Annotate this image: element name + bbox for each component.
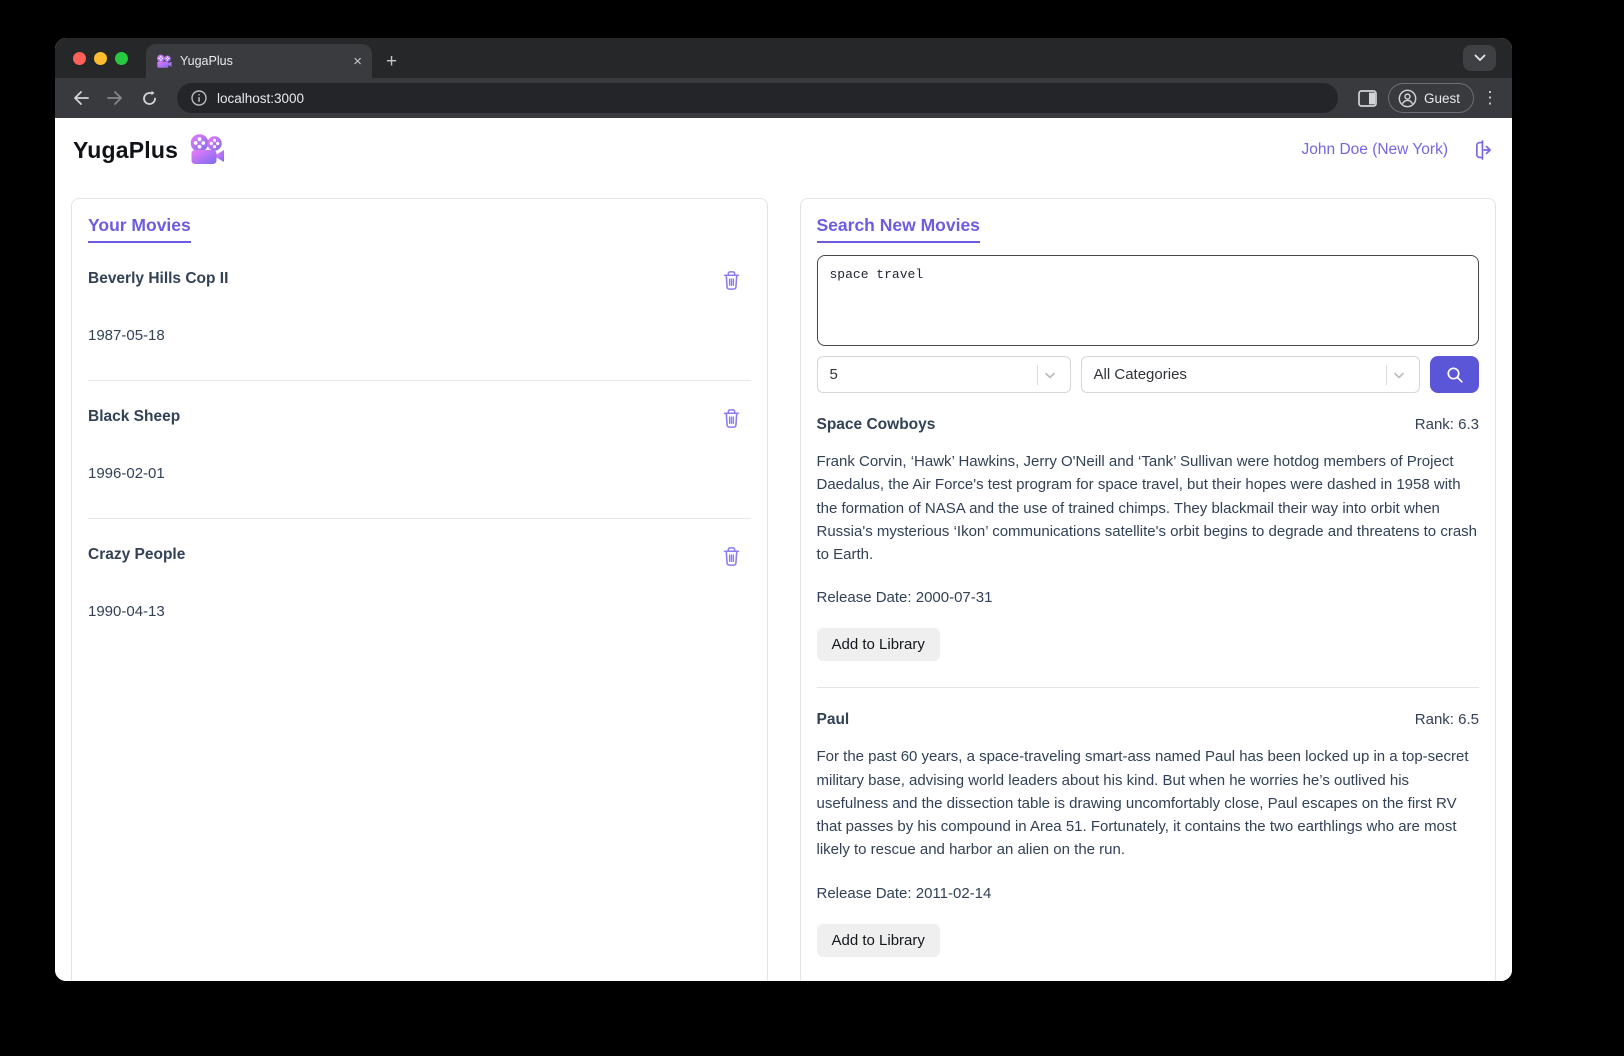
movie-release-date: 1987-05-18 bbox=[88, 327, 165, 344]
tab-search-button[interactable] bbox=[1463, 45, 1496, 71]
user-box: John Doe (New York) bbox=[1302, 139, 1494, 161]
profile-button[interactable]: Guest bbox=[1387, 83, 1474, 113]
result-rank: Rank: 6.5 bbox=[1414, 711, 1479, 729]
trash-icon bbox=[723, 271, 739, 290]
browser-toolbar: localhost:3000 Guest ⋮ bbox=[55, 78, 1512, 118]
result-description: Frank Corvin, ‘Hawk’ Hawkins, Jerry O'Ne… bbox=[816, 453, 1478, 563]
site-info-icon[interactable] bbox=[191, 90, 207, 106]
movie-release-date: 1996-02-01 bbox=[88, 465, 165, 482]
brand: YugaPlus bbox=[73, 134, 225, 166]
result-title: Paul bbox=[816, 711, 850, 729]
search-result: Paul Rank: 6.5 For the past 60 years, a … bbox=[816, 688, 1479, 981]
result-title: Space Cowboys bbox=[816, 416, 936, 433]
movie-title: Black Sheep bbox=[88, 408, 181, 425]
trash-icon bbox=[723, 547, 739, 566]
tab-close-icon[interactable]: × bbox=[353, 54, 362, 69]
category-select[interactable]: All Categories bbox=[1080, 356, 1421, 393]
favicon-movie-camera-icon bbox=[156, 54, 172, 69]
tab-title: YugaPlus bbox=[180, 54, 233, 68]
search-button[interactable] bbox=[1430, 356, 1479, 393]
your-movies-title: Your Movies bbox=[88, 215, 191, 243]
new-tab-button[interactable]: + bbox=[386, 52, 397, 71]
avatar-icon bbox=[1398, 89, 1417, 107]
tab-strip: YugaPlus × + bbox=[55, 38, 1512, 78]
forward-button[interactable] bbox=[101, 84, 129, 112]
back-button[interactable] bbox=[67, 84, 95, 112]
movie-row: Crazy People 1990-04-13 bbox=[88, 519, 751, 656]
search-query-input[interactable]: space travel bbox=[816, 255, 1479, 346]
address-bar[interactable]: localhost:3000 bbox=[177, 83, 1338, 113]
tab-yugaplus[interactable]: YugaPlus × bbox=[146, 44, 372, 78]
logout-icon[interactable] bbox=[1472, 139, 1494, 161]
movie-row: Beverly Hills Cop II 1987-05-18 bbox=[88, 243, 751, 381]
result-limit-value: 5 bbox=[829, 366, 838, 383]
profile-label: Guest bbox=[1423, 90, 1460, 106]
result-release-date: Release Date: 2000-07-31 bbox=[816, 589, 993, 607]
browser-menu-button[interactable]: ⋮ bbox=[1480, 88, 1500, 108]
traffic-lights bbox=[55, 38, 146, 78]
chevron-down-icon bbox=[1394, 372, 1405, 378]
result-limit-select[interactable]: 5 bbox=[816, 356, 1071, 393]
search-card: Search New Movies space travel 5 All Cat… bbox=[799, 198, 1496, 981]
page-content: YugaPlus John Doe (New York) Your Movies… bbox=[55, 118, 1512, 981]
search-result: Space Cowboys Rank: 6.3 Frank Corvin, ‘H… bbox=[816, 393, 1479, 687]
chevron-down-icon bbox=[1044, 372, 1055, 378]
close-window-button[interactable] bbox=[73, 51, 86, 65]
zoom-window-button[interactable] bbox=[115, 51, 128, 65]
your-movies-card: Your Movies Beverly Hills Cop II 1987-05… bbox=[71, 198, 768, 981]
result-release-date: Release Date: 2011-02-14 bbox=[816, 884, 992, 902]
movie-row: Black Sheep 1996-02-01 bbox=[88, 381, 751, 519]
cards-row: Your Movies Beverly Hills Cop II 1987-05… bbox=[71, 182, 1496, 981]
side-panel-button[interactable] bbox=[1354, 84, 1382, 112]
user-name: John Doe (New York) bbox=[1301, 141, 1448, 158]
result-description: For the past 60 years, a space-traveling… bbox=[816, 748, 1469, 859]
brand-name: YugaPlus bbox=[73, 136, 179, 163]
search-icon bbox=[1447, 366, 1463, 383]
app-header: YugaPlus John Doe (New York) bbox=[71, 118, 1496, 182]
trash-icon bbox=[723, 409, 739, 428]
delete-movie-button[interactable] bbox=[722, 408, 741, 434]
search-controls: 5 All Categories bbox=[816, 356, 1479, 393]
category-value: All Categories bbox=[1093, 366, 1187, 383]
result-rank: Rank: 6.3 bbox=[1414, 416, 1479, 433]
delete-movie-button[interactable] bbox=[722, 546, 741, 572]
delete-movie-button[interactable] bbox=[722, 270, 741, 296]
movie-camera-icon bbox=[188, 134, 225, 166]
reload-button[interactable] bbox=[135, 84, 163, 112]
add-to-library-button[interactable]: Add to Library bbox=[816, 628, 940, 662]
movie-title: Beverly Hills Cop II bbox=[88, 270, 229, 287]
chevron-down-icon bbox=[1474, 54, 1485, 61]
browser-window: YugaPlus × + localhost:3000 Guest ⋮ Yuga… bbox=[55, 38, 1512, 981]
movie-release-date: 1990-04-13 bbox=[88, 603, 165, 620]
url-text: localhost:3000 bbox=[217, 90, 305, 106]
minimize-window-button[interactable] bbox=[94, 51, 107, 65]
movie-title: Crazy People bbox=[88, 546, 186, 563]
add-to-library-button[interactable]: Add to Library bbox=[816, 923, 940, 957]
search-title: Search New Movies bbox=[816, 215, 980, 243]
